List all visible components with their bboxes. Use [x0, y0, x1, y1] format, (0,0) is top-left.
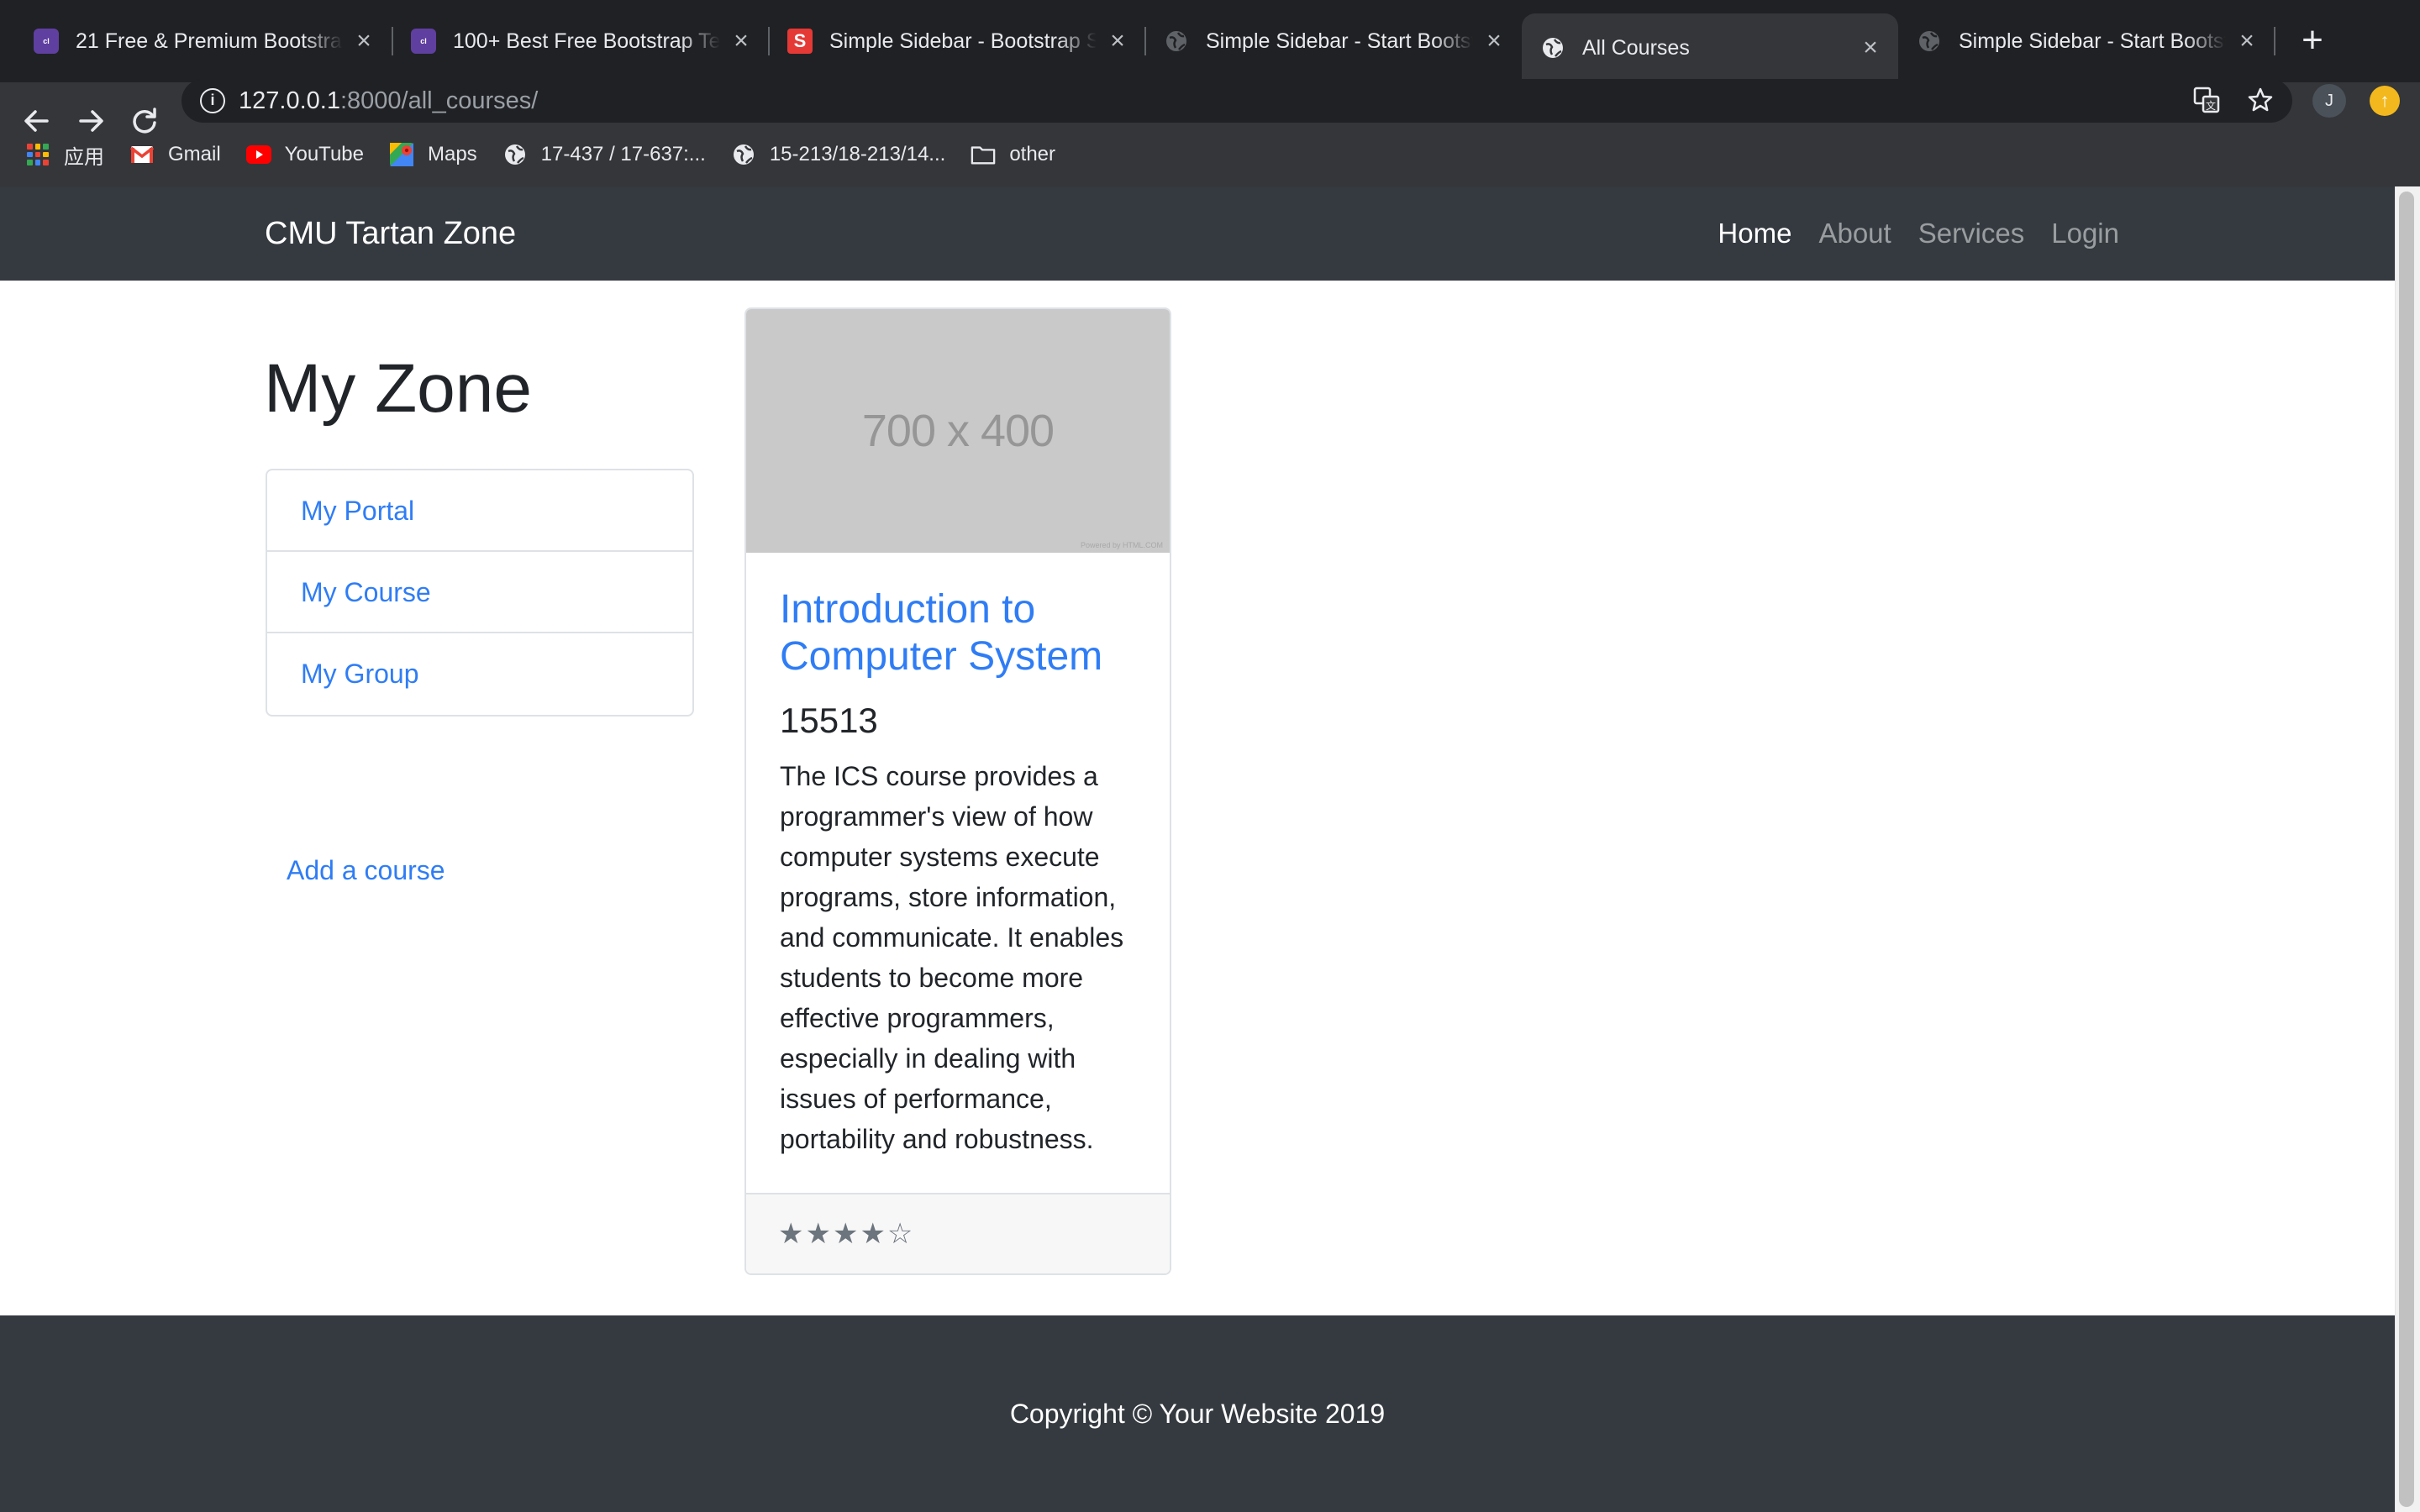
course-card: 700 x 400 Powered by HTML.COM Introducti… — [744, 307, 1171, 1275]
close-icon[interactable]: × — [2234, 27, 2260, 55]
bookmark-gmail[interactable]: Gmail — [129, 142, 221, 167]
tab-title: Simple Sidebar - Start Bootstrap — [1206, 29, 1473, 53]
site-footer: Copyright © Your Website 2019 — [0, 1315, 2395, 1512]
nav-services[interactable]: Services — [1918, 210, 2025, 257]
sidebar-menu: My Portal My Course My Group — [266, 469, 694, 717]
profile-avatar[interactable]: J — [2312, 84, 2346, 118]
close-icon[interactable]: × — [1858, 34, 1883, 62]
add-course-link[interactable]: Add a course — [287, 848, 445, 892]
bookmark-label: other — [1009, 143, 1056, 165]
tab-1[interactable]: cl 100+ Best Free Bootstrap Templates × — [392, 13, 769, 69]
site-info-icon[interactable]: i — [200, 88, 225, 113]
bookmark-label: Maps — [427, 143, 477, 165]
card-footer: ★★★★☆ — [746, 1193, 1170, 1273]
page-title: My Zone — [264, 350, 532, 427]
youtube-icon — [245, 142, 271, 167]
tab-4-active[interactable]: All Courses × — [1522, 13, 1898, 82]
page-scrollbar-thumb[interactable] — [2399, 192, 2414, 1507]
sidebar-item-my-group[interactable]: My Group — [267, 633, 692, 715]
nav-about[interactable]: About — [1818, 210, 1891, 257]
tab-0[interactable]: cl 21 Free & Premium Bootstrap Sidebar × — [15, 13, 392, 69]
folder-icon — [971, 142, 996, 167]
bookmark-label: 15-213/18-213/14... — [769, 143, 946, 165]
apps-grid-icon — [25, 142, 50, 167]
close-icon[interactable]: × — [1481, 27, 1507, 55]
close-icon[interactable]: × — [1105, 27, 1130, 55]
tab-title: Simple Sidebar - Bootstrap Snippet — [829, 29, 1097, 53]
bookmark-maps[interactable]: Maps — [389, 142, 477, 167]
tab-5[interactable]: Simple Sidebar - Start Bootstrap × — [1898, 13, 2275, 69]
translate-icon[interactable]: 文 — [2191, 86, 2222, 116]
bookmark-17-437[interactable]: 17-437 / 17-637:... — [502, 142, 706, 167]
tab-2[interactable]: S Simple Sidebar - Bootstrap Snippet × — [769, 13, 1145, 69]
colorlib-icon: cl — [34, 29, 59, 54]
tab-title: All Courses — [1582, 35, 1690, 60]
close-icon[interactable]: × — [729, 27, 754, 55]
browser-tab-strip: cl 21 Free & Premium Bootstrap Sidebar ×… — [0, 0, 2420, 82]
tab-title: 100+ Best Free Bootstrap Templates — [453, 29, 720, 53]
bookmark-star-icon[interactable] — [2245, 86, 2275, 116]
tab-3[interactable]: Simple Sidebar - Start Bootstrap × — [1145, 13, 1522, 69]
site-brand[interactable]: CMU Tartan Zone — [265, 210, 516, 257]
course-code: 15513 — [780, 701, 878, 740]
sidebar-item-my-course[interactable]: My Course — [267, 552, 692, 633]
globe-icon — [1164, 29, 1189, 54]
site-navbar: CMU Tartan Zone Home About Services Logi… — [0, 186, 2395, 281]
sidebar-item-my-portal[interactable]: My Portal — [267, 470, 692, 552]
placeholder-credit: Powered by HTML.COM — [1080, 541, 1163, 549]
course-description: The ICS course provides a programmer's v… — [780, 761, 1124, 1154]
bookmarks-bar: 应用 Gmail YouTube Maps 17-437 / 17-637:..… — [0, 134, 1055, 175]
copyright-text: Copyright © Your Website 2019 — [1009, 1399, 1386, 1429]
course-title-link[interactable]: Introduction to Computer System — [780, 586, 1150, 680]
bookmark-label: 应用 — [64, 145, 104, 169]
course-image-placeholder[interactable]: 700 x 400 Powered by HTML.COM — [746, 309, 1170, 553]
globe-icon — [731, 142, 756, 167]
bookmark-15-213[interactable]: 15-213/18-213/14... — [731, 142, 946, 167]
bookmark-label: Gmail — [168, 143, 221, 165]
url-host: 127.0.0.1 — [239, 87, 340, 114]
rating-stars: ★★★★☆ — [778, 1218, 915, 1250]
site-nav-links: Home About Services Login — [1691, 210, 2119, 257]
bookmark-youtube[interactable]: YouTube — [245, 142, 364, 167]
close-icon[interactable]: × — [351, 27, 376, 55]
bookmark-other[interactable]: other — [971, 142, 1055, 167]
nav-home[interactable]: Home — [1718, 210, 1791, 257]
new-tab-button[interactable]: + — [2294, 18, 2331, 62]
svg-text:文: 文 — [2206, 99, 2216, 112]
tab-title: Simple Sidebar - Start Bootstrap — [1959, 29, 2226, 53]
url-path: :8000/all_courses/ — [339, 87, 539, 114]
url-text[interactable]: 127.0.0.1:8000/all_courses/ — [239, 86, 538, 116]
globe-icon — [1917, 29, 1942, 54]
maps-icon — [389, 142, 414, 167]
tab-separator — [2274, 27, 2275, 55]
globe-icon — [502, 142, 528, 167]
update-icon[interactable]: ↑ — [2370, 86, 2400, 116]
bookmark-label: 17-437 / 17-637:... — [540, 143, 706, 165]
tab-title: 21 Free & Premium Bootstrap Sidebar — [76, 29, 343, 53]
gmail-icon — [129, 142, 155, 167]
globe-icon — [1540, 35, 1565, 60]
bookmark-label: YouTube — [284, 143, 364, 165]
bookmark-apps[interactable]: 应用 — [25, 140, 104, 170]
colorlib-icon: cl — [411, 29, 436, 54]
address-bar[interactable]: i 127.0.0.1:8000/all_courses/ 文 — [182, 79, 2292, 123]
nav-login[interactable]: Login — [2051, 210, 2119, 257]
s-icon: S — [787, 29, 813, 54]
placeholder-size-label: 700 x 400 — [861, 406, 1055, 456]
